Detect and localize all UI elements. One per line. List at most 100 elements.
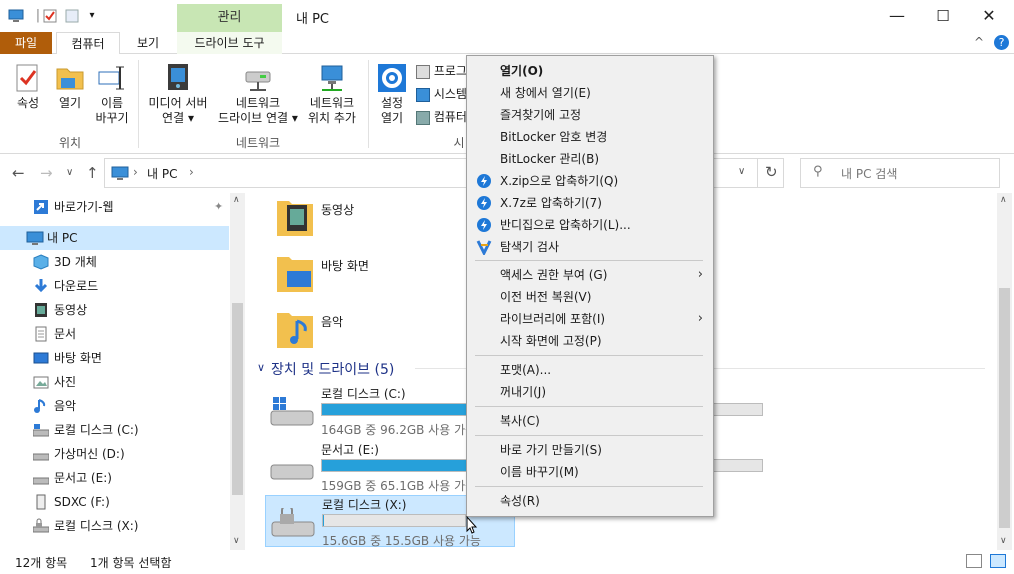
menu-item-pin-quick-access[interactable]: 즐겨찾기에 고정	[467, 104, 713, 126]
properties-check-icon[interactable]	[42, 8, 58, 24]
manage-computer-button[interactable]: 컴퓨터	[416, 108, 467, 126]
pin-icon[interactable]: ✦	[214, 195, 223, 219]
media-server-button[interactable]: 미디어 서버 연결 ▾	[144, 62, 212, 126]
drive-icon	[32, 470, 50, 486]
nav-item-videos[interactable]: 동영상	[0, 298, 229, 322]
tab-drive-tools[interactable]: 드라이브 도구	[177, 32, 282, 54]
menu-item-bitlocker-change-password[interactable]: BitLocker 암호 변경	[467, 126, 713, 148]
up-arrow-icon[interactable]: ↑	[86, 164, 99, 182]
programs-button[interactable]: 프로그	[416, 62, 467, 80]
media-server-icon	[162, 62, 194, 94]
collapse-ribbon-icon[interactable]: ^	[974, 35, 984, 49]
address-dropdown-icon[interactable]: ∨	[738, 166, 745, 177]
drive-icon	[32, 446, 50, 462]
scroll-down-icon[interactable]: ∨	[1000, 536, 1007, 546]
nav-item-drive-d[interactable]: 가상머신 (D:)	[0, 442, 229, 466]
music-folder-icon	[275, 307, 315, 351]
details-view-icon[interactable]	[966, 554, 982, 568]
nav-scroll-thumb[interactable]	[232, 303, 243, 495]
menu-item-restore-versions[interactable]: 이전 버전 복원(V)	[467, 286, 713, 308]
menu-item-bitlocker-manage[interactable]: BitLocker 관리(B)	[467, 148, 713, 170]
system-properties-button[interactable]: 시스템	[416, 85, 467, 103]
folder-videos[interactable]: 동영상	[275, 195, 475, 243]
menu-item-compress-7z[interactable]: X.7z로 압축하기(7)	[467, 192, 713, 214]
sd-card-icon	[33, 494, 49, 510]
network-drive-icon	[242, 62, 274, 94]
scroll-up-icon[interactable]: ∧	[233, 195, 240, 205]
menu-item-open-new-window[interactable]: 새 창에서 열기(E)	[467, 82, 713, 104]
drive-icon	[32, 422, 50, 438]
folder-desktop[interactable]: 바탕 화면	[275, 251, 475, 299]
tab-manage[interactable]: 관리	[177, 4, 282, 32]
properties-button[interactable]: 속성	[8, 62, 48, 111]
close-button[interactable]: ✕	[966, 0, 1012, 32]
menu-item-include-library[interactable]: 라이브러리에 포함(I) ›	[467, 308, 713, 330]
menu-item-pin-start[interactable]: 시작 화면에 고정(P)	[467, 330, 713, 352]
nav-item-pictures[interactable]: 사진	[0, 370, 229, 394]
back-arrow-icon[interactable]: ←	[12, 164, 25, 182]
computer-icon	[8, 8, 24, 24]
section-header-devices[interactable]: 장치 및 드라이브 (5)	[271, 359, 394, 379]
gear-icon	[376, 62, 408, 94]
cube-icon	[33, 254, 49, 270]
maximize-button[interactable]: ☐	[920, 0, 966, 32]
help-icon[interactable]: ?	[994, 35, 1009, 50]
new-folder-icon[interactable]	[64, 8, 80, 24]
search-input[interactable]: ⚲ 내 PC 검색	[800, 158, 1000, 188]
nav-item-this-pc[interactable]: 내 PC	[0, 226, 229, 250]
recent-locations-icon[interactable]: ∨	[66, 167, 73, 178]
folder-open-icon	[54, 62, 86, 94]
menu-item-format[interactable]: 포맷(A)...	[467, 359, 713, 381]
menu-item-scan-explorer[interactable]: 탐색기 검사	[467, 236, 713, 258]
refresh-icon[interactable]: ↻	[765, 163, 778, 181]
breadcrumb-this-pc[interactable]: 내 PC	[147, 165, 177, 182]
menu-item-give-access[interactable]: 액세스 권한 부여 (G) ›	[467, 264, 713, 286]
content-scroll-thumb[interactable]	[999, 288, 1010, 528]
customize-toolbar-icon[interactable]: ▾	[84, 8, 100, 24]
nav-item-drive-e[interactable]: 문서고 (E:)	[0, 466, 229, 490]
nav-item-documents[interactable]: 문서	[0, 322, 229, 346]
menu-item-compress-zip[interactable]: X.zip으로 압축하기(Q)	[467, 170, 713, 192]
scan-shield-icon	[476, 239, 492, 257]
quick-access-icon	[33, 199, 49, 215]
nav-item-downloads[interactable]: 다운로드	[0, 274, 229, 298]
map-network-drive-button[interactable]: 네트워크 드라이브 연결 ▾	[214, 62, 302, 126]
menu-item-properties[interactable]: 속성(R)	[467, 490, 713, 512]
open-button[interactable]: 열기	[50, 62, 90, 111]
content-scrollbar[interactable]: ∧ ∨	[997, 193, 1012, 550]
submenu-arrow-icon: ›	[697, 311, 703, 326]
bandizip-icon	[476, 173, 492, 189]
open-settings-button[interactable]: 설정 열기	[372, 62, 412, 126]
forward-arrow-icon[interactable]: →	[40, 164, 53, 182]
scroll-up-icon[interactable]: ∧	[1000, 195, 1007, 205]
locked-drive-icon	[32, 518, 50, 534]
nav-item-3d-objects[interactable]: 3D 개체	[0, 250, 229, 274]
tab-view[interactable]: 보기	[124, 32, 172, 54]
nav-item-drive-x[interactable]: 로컬 디스크 (X:)	[0, 514, 229, 538]
nav-item-drive-c[interactable]: 로컬 디스크 (C:)	[0, 418, 229, 442]
selection-count: 1개 항목 선택함	[90, 556, 172, 570]
nav-item-music[interactable]: 음악	[0, 394, 229, 418]
large-icons-view-icon[interactable]	[990, 554, 1006, 568]
document-icon	[33, 326, 49, 342]
nav-item-quick-access[interactable]: 바로가기-웹 ✦	[0, 195, 229, 219]
status-bar: 12개 항목 1개 항목 선택함	[0, 550, 1014, 574]
group-network-label: 네트워크	[235, 136, 281, 150]
collapse-section-icon[interactable]: ∨	[257, 361, 265, 374]
nav-item-drive-f[interactable]: SDXC (F:)	[0, 490, 229, 514]
nav-scrollbar[interactable]: ∧ ∨	[230, 193, 245, 550]
menu-item-copy[interactable]: 복사(C)	[467, 410, 713, 432]
menu-item-eject[interactable]: 꺼내기(J)	[467, 381, 713, 403]
rename-button[interactable]: 이름 바꾸기	[92, 62, 132, 126]
menu-item-compress-bandizip[interactable]: 반디집으로 압축하기(L)...	[467, 214, 713, 236]
nav-item-desktop[interactable]: 바탕 화면	[0, 346, 229, 370]
folder-music[interactable]: 음악	[275, 307, 475, 355]
add-network-location-button[interactable]: 네트워크 위치 추가	[302, 62, 362, 126]
menu-item-rename[interactable]: 이름 바꾸기(M)	[467, 461, 713, 483]
tab-computer[interactable]: 컴퓨터	[56, 32, 120, 55]
menu-item-create-shortcut[interactable]: 바로 가기 만들기(S)	[467, 439, 713, 461]
scroll-down-icon[interactable]: ∨	[233, 536, 240, 546]
menu-item-open[interactable]: 열기(O)	[467, 60, 713, 82]
tab-file[interactable]: 파일	[0, 32, 52, 54]
minimize-button[interactable]: —	[874, 0, 920, 32]
